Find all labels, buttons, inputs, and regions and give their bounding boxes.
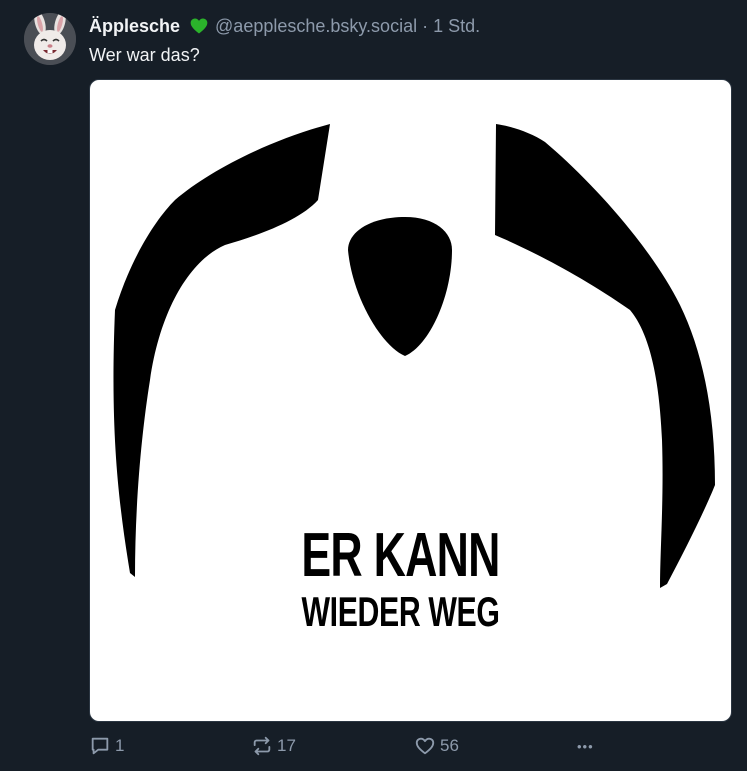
- reply-button[interactable]: 1: [89, 734, 124, 758]
- image-text-line-2: WIEDER WEG: [301, 588, 500, 635]
- post-time[interactable]: 1 Std.: [433, 16, 480, 37]
- right-stroke-shape: [495, 124, 715, 588]
- repost-button[interactable]: 17: [251, 734, 296, 758]
- author-handle[interactable]: @aepplesche.bsky.social: [215, 16, 417, 37]
- rabbit-avatar-icon: [24, 13, 76, 65]
- repost-count: 17: [277, 736, 296, 755]
- separator-dot: ·: [422, 15, 429, 36]
- post-text: Wer war das?: [89, 45, 200, 65]
- post-image[interactable]: ER KANN WIEDER WEG: [89, 79, 732, 722]
- nose-shape: [348, 217, 452, 356]
- repost-icon: [251, 735, 273, 757]
- like-count: 56: [440, 736, 459, 755]
- more-options-button[interactable]: •••: [577, 734, 594, 758]
- green-heart-icon: [189, 16, 209, 36]
- reply-count: 1: [115, 736, 125, 755]
- heart-icon: [414, 735, 436, 757]
- author-name[interactable]: Äpplesche: [89, 16, 180, 37]
- post: Äpplesche @aepplesche.bsky.social · 1 St…: [0, 0, 747, 771]
- avatar[interactable]: [24, 13, 76, 65]
- action-bar: 1 17 56 •••: [89, 734, 709, 758]
- image-text-line-1: ER KANN: [301, 521, 500, 590]
- post-header: Äpplesche @aepplesche.bsky.social · 1 St…: [89, 14, 480, 38]
- reply-icon: [89, 735, 111, 757]
- left-stroke-shape: [113, 124, 330, 577]
- like-button[interactable]: 56: [414, 734, 459, 758]
- more-icon: •••: [577, 738, 594, 754]
